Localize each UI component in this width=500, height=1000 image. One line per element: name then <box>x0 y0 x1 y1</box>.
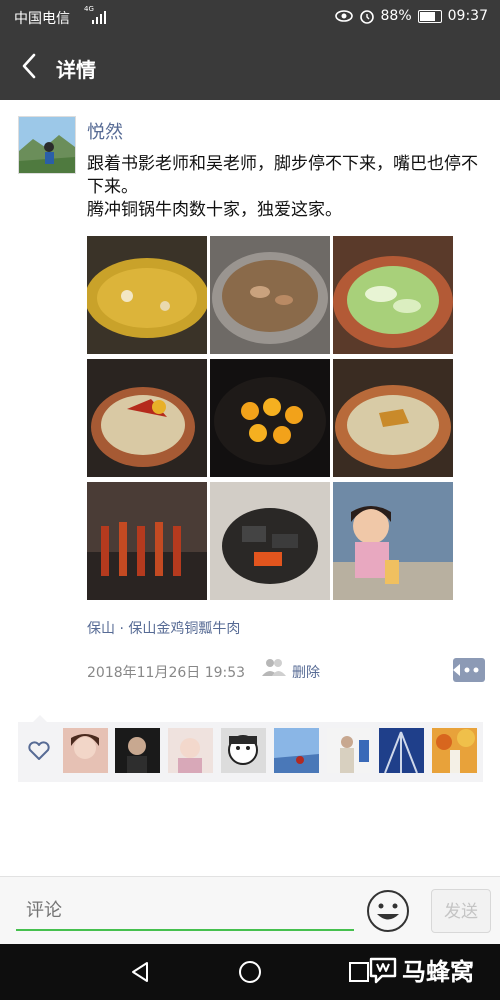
home-circle-icon[interactable] <box>238 960 262 984</box>
back-button[interactable] <box>14 48 44 84</box>
delete-link[interactable]: 删除 <box>292 662 320 682</box>
people-icon <box>262 659 286 676</box>
comment-button[interactable] <box>453 658 485 682</box>
photo-girl-with-drink[interactable] <box>333 482 453 600</box>
photo-copper-hotpot[interactable] <box>333 359 453 477</box>
photo-charcoal-grill[interactable] <box>210 482 330 600</box>
chat-bubble-icon <box>369 957 397 983</box>
photo-egg-yolk-pan[interactable] <box>210 359 330 477</box>
status-bar: 中国电信 4G 88% 09:37 <box>0 0 500 34</box>
post-timestamp: 2018年11月26日 19:53 <box>87 665 246 681</box>
eye-icon <box>334 10 353 22</box>
location-link[interactable]: 保山 · 保山金鸡铜瓢牛肉 <box>87 618 240 638</box>
post-text-line: 跟着书影老师和吴老师，脚步停不下来，嘴巴也停不下来。 <box>87 154 478 197</box>
watermark: 马蜂窝 <box>368 952 474 987</box>
liker-avatar[interactable] <box>432 728 477 773</box>
clock: 09:37 <box>447 8 488 24</box>
liker-avatar[interactable] <box>327 728 372 773</box>
liker-avatar[interactable] <box>168 728 213 773</box>
recent-square-icon[interactable] <box>348 961 370 983</box>
post-text-line: 腾冲铜锅牛肉数十家，独爱这家。 <box>87 200 342 220</box>
send-button[interactable]: 发送 <box>431 889 491 933</box>
photo-soup-pot[interactable] <box>87 236 207 354</box>
battery-percent: 88% <box>380 8 412 24</box>
photo-grid <box>87 236 453 600</box>
emoji-icon <box>367 890 409 932</box>
post-text: 跟着书影老师和吴老师，脚步停不下来，嘴巴也停不下来。 腾冲铜锅牛肉数十家，独爱这… <box>87 153 487 222</box>
comment-input[interactable] <box>16 891 354 931</box>
avatar[interactable] <box>18 116 76 174</box>
likes-panel <box>18 715 483 782</box>
watermark-text: 马蜂窝 <box>402 958 474 986</box>
signal-icon <box>92 11 106 24</box>
liker-avatar[interactable] <box>115 728 160 773</box>
photo-chili-hotpot[interactable] <box>87 359 207 477</box>
alarm-icon <box>359 10 374 24</box>
liker-avatar[interactable] <box>221 728 266 773</box>
back-triangle-icon[interactable] <box>128 960 152 984</box>
carrier-label: 中国电信 <box>14 11 70 27</box>
heart-icon <box>28 741 50 760</box>
comment-bar: 发送 <box>0 876 500 945</box>
photo-cabbage-pot[interactable] <box>333 236 453 354</box>
app-bar: 详情 <box>0 34 500 100</box>
liker-avatar[interactable] <box>274 728 319 773</box>
battery-icon <box>417 9 442 23</box>
photo-beef-pan[interactable] <box>210 236 330 354</box>
more-dots-icon <box>453 664 479 676</box>
liker-avatar[interactable] <box>379 728 424 773</box>
photo-skewers[interactable] <box>87 482 207 600</box>
post-username[interactable]: 悦然 <box>87 118 123 144</box>
liker-avatar[interactable] <box>63 728 108 773</box>
page-title: 详情 <box>56 58 96 82</box>
emoji-button[interactable] <box>366 889 410 933</box>
chevron-left-icon <box>22 53 36 79</box>
